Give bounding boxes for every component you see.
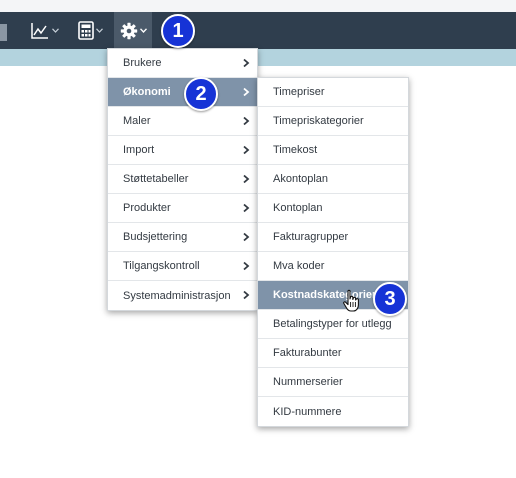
step-badge-2: 2 xyxy=(184,77,218,111)
settings-menu: Brukere Økonomi Maler Import Støttetabeller P… xyxy=(107,48,258,311)
okonomi-submenu: Timepriser Timepriskategorier Timekost Akon… xyxy=(257,77,409,427)
menu-item-label: KID-nummere xyxy=(273,405,342,418)
chevron-down-icon xyxy=(95,28,103,33)
calculator-button[interactable] xyxy=(72,12,108,49)
toolbar-left-button[interactable] xyxy=(0,24,7,41)
secondary-bar xyxy=(0,49,516,66)
menu-item-systemadministrasjon[interactable]: Systemadministrasjon xyxy=(108,281,257,310)
menu-item-akontoplan[interactable]: Akontoplan xyxy=(258,165,408,194)
menu-item-fakturagrupper[interactable]: Fakturagrupper xyxy=(258,223,408,252)
chevron-right-icon xyxy=(243,87,250,97)
chevron-right-icon xyxy=(243,232,250,242)
menu-item-tilgangskontroll[interactable]: Tilgangskontroll xyxy=(108,252,257,281)
menu-item-fakturabunter[interactable]: Fakturabunter xyxy=(258,339,408,368)
menu-item-label: Mva koder xyxy=(273,260,325,272)
menu-item-kid-nummere[interactable]: KID-nummere xyxy=(258,397,408,426)
top-strip xyxy=(0,0,516,12)
chevron-right-icon xyxy=(243,174,250,184)
menu-item-label: Timekost xyxy=(273,144,318,156)
menu-item-label: Betalingstyper for utlegg xyxy=(273,318,392,330)
menu-item-mva-koder[interactable]: Mva koder xyxy=(258,252,408,281)
calculator-icon xyxy=(77,21,94,40)
hand-cursor-icon xyxy=(343,289,359,312)
menu-item-label: Timepriskategorier xyxy=(273,115,364,127)
gear-icon xyxy=(120,22,137,39)
menu-item-label: Import xyxy=(123,144,155,156)
menu-item-label: Maler xyxy=(123,115,151,127)
menu-item-timepriskategorier[interactable]: Timepriskategorier xyxy=(258,107,408,136)
settings-button[interactable] xyxy=(114,12,152,49)
chevron-down-icon xyxy=(51,28,59,33)
menu-item-import[interactable]: Import xyxy=(108,136,257,165)
chart-button[interactable] xyxy=(26,12,62,49)
chevron-right-icon xyxy=(243,203,250,213)
step-badge-3: 3 xyxy=(373,282,407,316)
menu-item-label: Støttetabeller xyxy=(123,173,189,185)
menu-item-stottetabeller[interactable]: Støttetabeller xyxy=(108,165,257,194)
menu-item-timekost[interactable]: Timekost xyxy=(258,136,408,165)
chevron-right-icon xyxy=(243,58,250,68)
menu-item-label: Fakturabunter xyxy=(273,347,342,359)
menu-item-label: Timepriser xyxy=(273,86,325,98)
chevron-right-icon xyxy=(243,261,250,271)
chevron-right-icon xyxy=(243,116,250,126)
menu-item-label: Nummerserier xyxy=(273,376,343,388)
chart-icon xyxy=(30,22,48,39)
menu-item-label: Fakturagrupper xyxy=(273,231,349,243)
menu-item-label: Akontoplan xyxy=(273,173,329,185)
step-badge-1: 1 xyxy=(161,14,195,48)
menu-item-label: Kontoplan xyxy=(273,202,323,214)
menu-item-label: Produkter xyxy=(123,202,171,214)
menu-item-budsjettering[interactable]: Budsjettering xyxy=(108,223,257,252)
menu-item-nummerserier[interactable]: Nummerserier xyxy=(258,368,408,397)
menu-item-label: Økonomi xyxy=(123,86,171,98)
menu-item-okonomi[interactable]: Økonomi xyxy=(108,78,257,107)
menu-item-label: Tilgangskontroll xyxy=(123,260,200,272)
chevron-right-icon xyxy=(243,145,250,155)
menu-item-timepriser[interactable]: Timepriser xyxy=(258,78,408,107)
menu-item-brukere[interactable]: Brukere xyxy=(108,49,257,78)
menu-item-maler[interactable]: Maler xyxy=(108,107,257,136)
menu-item-label: Budsjettering xyxy=(123,231,188,243)
chevron-down-icon xyxy=(139,28,147,33)
menu-item-kontoplan[interactable]: Kontoplan xyxy=(258,194,408,223)
chevron-right-icon xyxy=(243,290,250,300)
menu-item-label: Systemadministrasjon xyxy=(123,289,231,302)
menu-item-label: Brukere xyxy=(123,57,162,69)
menu-item-produkter[interactable]: Produkter xyxy=(108,194,257,223)
